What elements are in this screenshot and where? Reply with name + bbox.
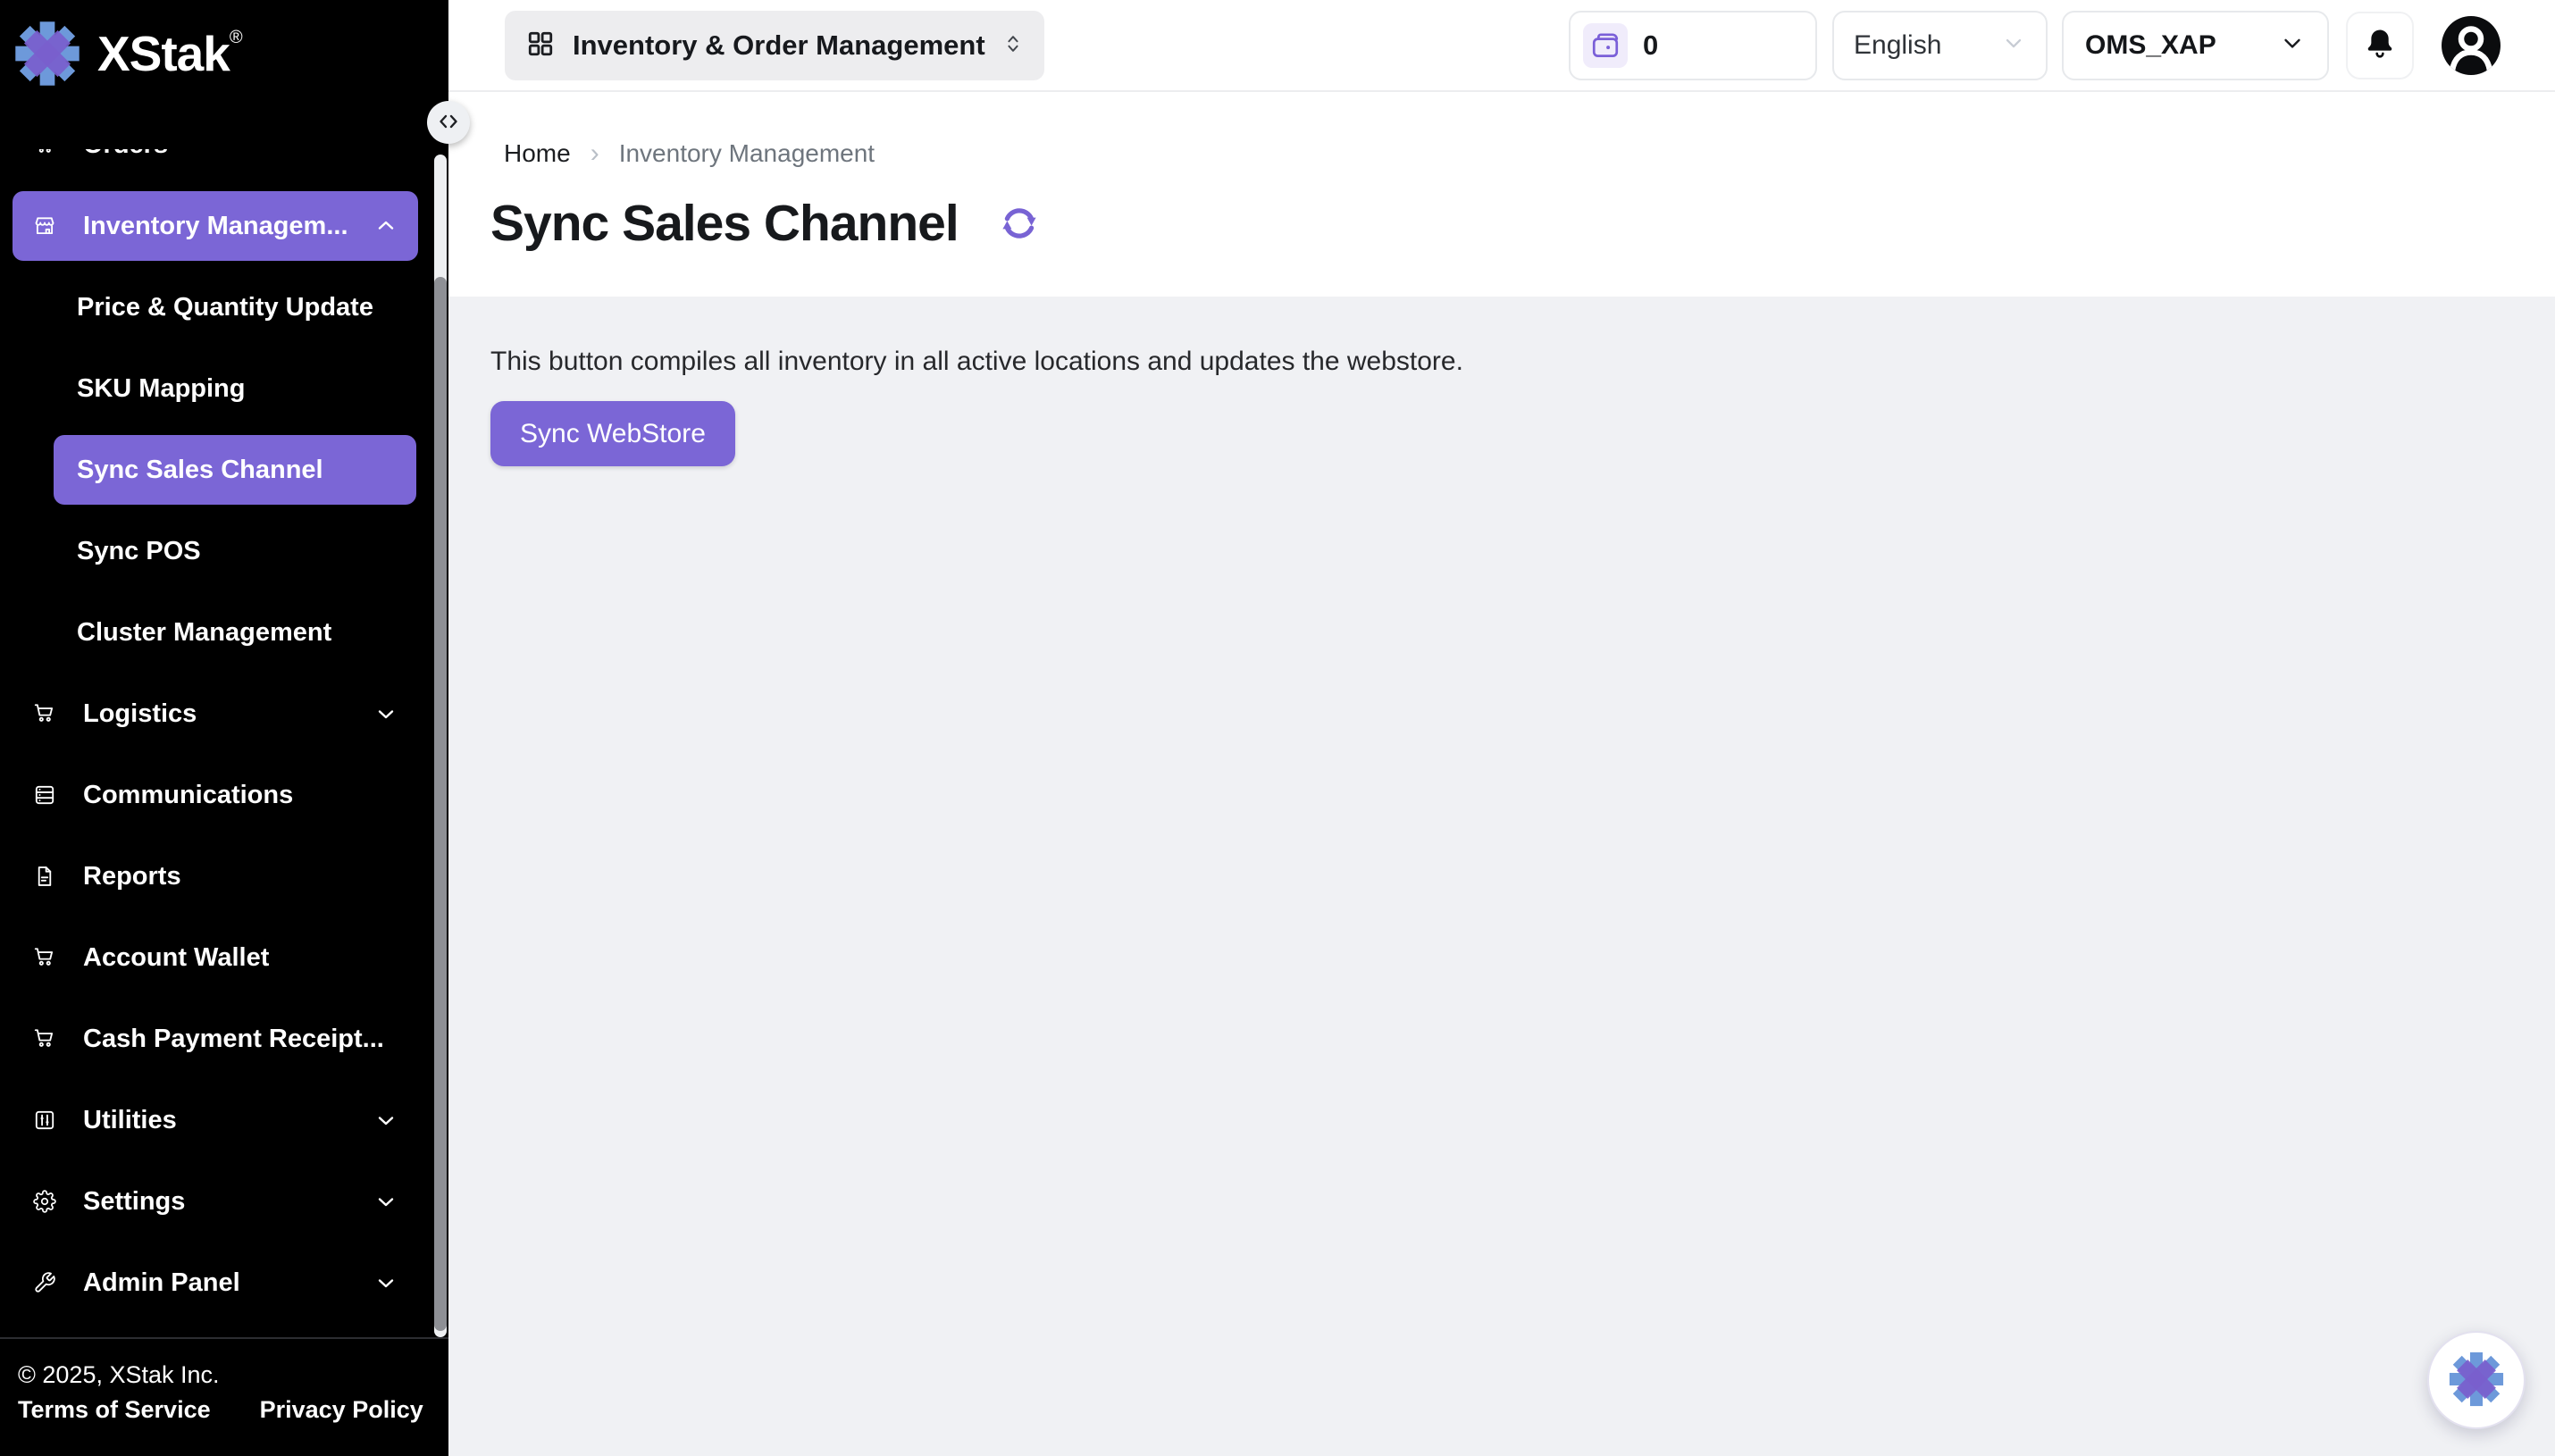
sidebar-item-cash-payment-receipt[interactable]: Cash Payment Receipt... [13, 1004, 418, 1074]
refresh-button[interactable] [998, 202, 1041, 245]
sidebar: XStak ® Orders Inventory Managem... Pric… [0, 0, 448, 1456]
sidebar-item-label: Admin Panel [83, 1268, 240, 1298]
app-switcher-button[interactable]: Inventory & Order Management [505, 11, 1044, 80]
sidebar-collapse-button[interactable] [427, 101, 470, 144]
chevron-down-icon [375, 1191, 397, 1212]
chevron-down-icon [375, 1272, 397, 1293]
copyright-text: © 2025, XStak Inc. [18, 1357, 431, 1393]
unfold-chevrons-icon [1003, 32, 1023, 58]
xstak-widget-button[interactable] [2427, 1331, 2526, 1429]
sidebar-scrollbar-track[interactable] [434, 155, 447, 1337]
chevron-down-icon [375, 703, 397, 724]
sidebar-item-label: Utilities [83, 1106, 177, 1135]
xstak-logo-icon [2448, 1351, 2505, 1410]
wallet-icon [1590, 30, 1621, 61]
app-switcher-label: Inventory & Order Management [573, 29, 985, 62]
workspace-selected-value: OMS_XAP [2085, 30, 2216, 61]
grid-icon [526, 29, 555, 61]
wallet-icon-box [1583, 23, 1628, 68]
sidebar-item-admin-panel[interactable]: Admin Panel [13, 1248, 418, 1318]
registered-trademark: ® [230, 20, 243, 55]
sidebar-item-label: Communications [83, 781, 293, 810]
server-icon [33, 783, 56, 807]
sidebar-item-price-quantity-update[interactable]: Price & Quantity Update [54, 272, 416, 342]
sidebar-item-sku-mapping[interactable]: SKU Mapping [54, 354, 416, 423]
sidebar-item-settings[interactable]: Settings [13, 1167, 418, 1236]
chevron-down-icon [2001, 30, 2026, 60]
sidebar-item-sync-sales-channel[interactable]: Sync Sales Channel [54, 435, 416, 505]
sidebar-nav: Orders Inventory Managem... Price & Quan… [0, 149, 448, 1337]
brand: XStak ® [0, 0, 448, 149]
sidebar-item-label: Settings [83, 1187, 185, 1217]
sidebar-item-communications[interactable]: Communications [13, 760, 418, 830]
topbar: Inventory & Order Management [448, 0, 2555, 92]
footer-links: Terms of Service Privacy Policy [18, 1396, 431, 1424]
app-root: XStak ® Orders Inventory Managem... Pric… [0, 0, 2555, 1456]
sidebar-item-label: Reports [83, 862, 181, 891]
language-selected-value: English [1854, 30, 1941, 61]
sidebar-scrollbar-thumb[interactable] [434, 277, 447, 1331]
sidebar-item-utilities[interactable]: Utilities [13, 1085, 418, 1155]
sync-description: This button compiles all inventory in al… [490, 347, 2555, 377]
breadcrumb-home-link[interactable]: Home [504, 139, 571, 168]
sidebar-item-label: Logistics [83, 699, 197, 729]
cart-icon [33, 946, 56, 969]
sidebar-item-label: Price & Quantity Update [77, 293, 373, 322]
gear-icon [33, 1190, 56, 1213]
language-select[interactable]: English [1832, 11, 2048, 80]
breadcrumb-current: Inventory Management [619, 139, 875, 168]
brand-name: XStak [97, 20, 230, 88]
page-title: Sync Sales Channel [490, 194, 959, 253]
privacy-policy-link[interactable]: Privacy Policy [260, 1396, 423, 1424]
account-circle-icon [2441, 15, 2501, 76]
sidebar-item-cluster-management[interactable]: Cluster Management [54, 598, 416, 667]
cart-icon [33, 1027, 56, 1050]
refresh-icon [998, 202, 1041, 245]
storefront-icon [33, 214, 56, 238]
bell-icon [2363, 27, 2397, 63]
sidebar-item-inventory-managem[interactable]: Inventory Managem... [13, 191, 418, 261]
sidebar-item-label: Cluster Management [77, 618, 331, 648]
document-icon [33, 865, 56, 888]
user-avatar[interactable] [2441, 15, 2501, 76]
sidebar-item-reports[interactable]: Reports [13, 841, 418, 911]
sidebar-item-logistics[interactable]: Logistics [13, 679, 418, 749]
topbar-right: 0 English OMS_XAP [1569, 11, 2501, 80]
sync-webstore-button[interactable]: Sync WebStore [490, 401, 735, 466]
sidebar-item-label: SKU Mapping [77, 374, 246, 404]
wallet-balance-button[interactable]: 0 [1569, 11, 1817, 80]
page-content: This button compiles all inventory in al… [448, 297, 2555, 1456]
collapse-chevrons-icon [437, 111, 460, 135]
sidebar-item-orders[interactable]: Orders [13, 149, 418, 180]
chevron-down-icon [2279, 29, 2306, 61]
sidebar-item-label: Account Wallet [83, 943, 269, 973]
breadcrumb-separator: › [591, 138, 599, 169]
chevron-down-icon [375, 1109, 397, 1131]
sidebar-item-label: Orders [83, 149, 168, 160]
workspace-select[interactable]: OMS_XAP [2062, 11, 2329, 80]
page-header: Home › Inventory Management Sync Sales C… [448, 92, 2555, 297]
sidebar-footer: © 2025, XStak Inc. Terms of Service Priv… [0, 1337, 448, 1456]
chevron-up-icon [375, 215, 397, 237]
wrench-icon [33, 1271, 56, 1294]
breadcrumb: Home › Inventory Management [504, 138, 2555, 169]
sidebar-item-label: Sync POS [77, 537, 201, 566]
sliders-icon [33, 1109, 56, 1132]
title-row: Sync Sales Channel [490, 194, 2555, 253]
wallet-count: 0 [1643, 29, 1658, 62]
cart-icon [33, 702, 56, 725]
sidebar-item-label: Inventory Managem... [83, 212, 348, 241]
main-area: Inventory & Order Management [448, 0, 2555, 1456]
notifications-button[interactable] [2346, 12, 2414, 79]
sidebar-item-label: Sync Sales Channel [77, 456, 323, 485]
sidebar-item-account-wallet[interactable]: Account Wallet [13, 923, 418, 992]
cart-icon [33, 149, 56, 156]
terms-of-service-link[interactable]: Terms of Service [18, 1396, 211, 1424]
xstak-logo-icon [13, 20, 81, 88]
sidebar-item-sync-pos[interactable]: Sync POS [54, 516, 416, 586]
sidebar-item-label: Cash Payment Receipt... [83, 1025, 384, 1054]
